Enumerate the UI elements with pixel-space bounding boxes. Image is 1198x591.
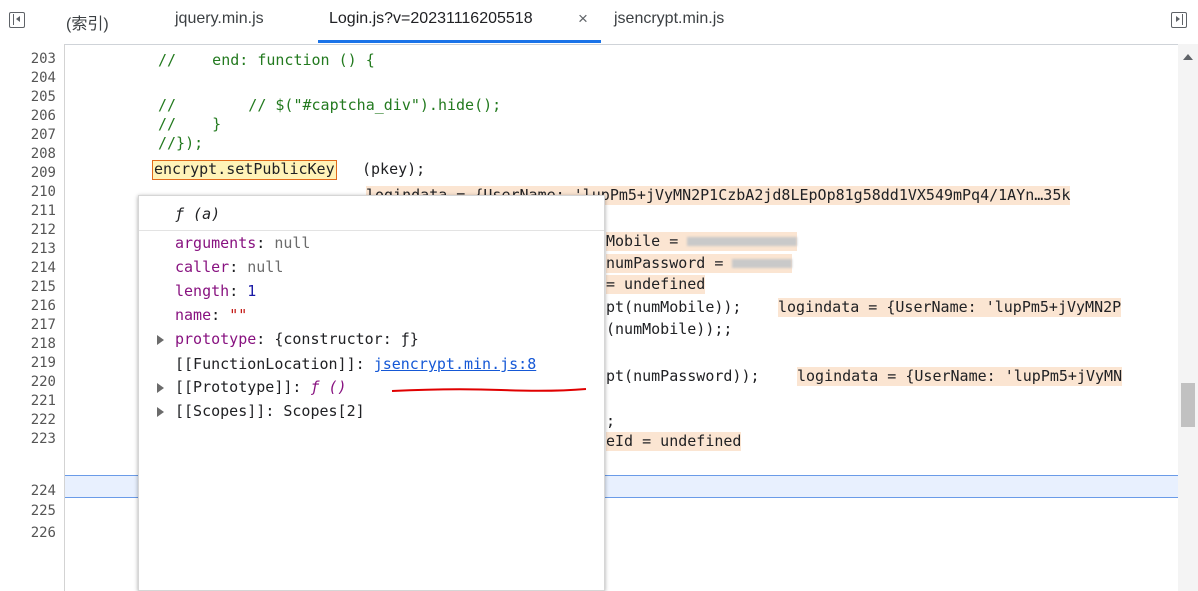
line-number[interactable]: 221 <box>0 392 56 411</box>
property-value: null <box>247 258 284 276</box>
red-annotation-underline <box>391 388 587 392</box>
function-signature: ƒ (a) <box>175 205 221 223</box>
property-name: name: "" <box>175 306 248 324</box>
expand-arrow-icon[interactable] <box>157 383 164 393</box>
inline-value-hint: numPassword = <box>606 254 793 273</box>
line-number[interactable]: 218 <box>0 335 56 354</box>
property-key: name <box>175 306 212 324</box>
line-number-gutter: 203 204 205 206 207 208 209 210 211 212 … <box>0 44 65 591</box>
line-number[interactable]: 203 <box>0 50 56 69</box>
scroll-thumb[interactable] <box>1181 383 1195 427</box>
code-fragment: Mobile = <box>606 232 688 250</box>
line-number[interactable]: 213 <box>0 240 56 259</box>
inline-value-hint: eId = undefined <box>606 432 742 451</box>
line-number[interactable]: 222 <box>0 411 56 430</box>
code-line: // } <box>158 115 222 133</box>
line-number[interactable]: 223 <box>0 430 56 449</box>
inline-value-hint: logindata = {UserName: 'lupPm5+jVyMN2P <box>778 298 1122 317</box>
object-preview-popover: ƒ (a) arguments: null caller: null lengt… <box>138 195 605 591</box>
toggle-debugger-icon[interactable] <box>1171 12 1187 28</box>
expand-arrow-icon[interactable] <box>157 335 164 345</box>
line-number[interactable]: 214 <box>0 259 56 278</box>
property-value: Scopes[2] <box>283 402 365 420</box>
property-scopes[interactable]: [[Scopes]]: Scopes[2] <box>157 400 365 422</box>
property-key: prototype <box>175 330 257 348</box>
tab-jsencrypt[interactable]: jsencrypt.min.js <box>614 10 724 28</box>
line-number[interactable]: 211 <box>0 202 56 221</box>
tab-login-js[interactable]: Login.js?v=20231116205518 <box>329 10 533 28</box>
property-value: null <box>274 234 311 252</box>
property-key: [[Prototype]] <box>175 378 293 396</box>
tab-index[interactable]: (索引) <box>66 10 109 34</box>
tab-jquery[interactable]: jquery.min.js <box>175 10 264 28</box>
hovered-token[interactable]: encrypt.setPublicKey <box>152 160 337 180</box>
property-value: 1 <box>247 282 257 300</box>
line-number[interactable]: 208 <box>0 145 56 164</box>
expand-arrow-icon[interactable] <box>157 407 164 417</box>
code-line: // end: function () { <box>158 51 375 69</box>
line-number[interactable]: 210 <box>0 183 56 202</box>
property-value: "" <box>229 306 248 324</box>
line-number[interactable]: 224 <box>0 482 56 501</box>
toggle-navigator-icon[interactable] <box>9 12 25 28</box>
function-location-link[interactable]: jsencrypt.min.js:8 <box>374 355 537 373</box>
line-number[interactable]: 215 <box>0 278 56 297</box>
code-line: (pkey); <box>362 160 426 178</box>
line-number[interactable]: 204 <box>0 69 56 88</box>
code-line: // // $("#captcha_div").hide(); <box>158 96 502 114</box>
redacted-value <box>687 237 798 246</box>
inline-value-hint: logindata = {UserName: 'lupPm5+jVyMN <box>797 367 1123 386</box>
property-arguments: arguments: null <box>175 234 311 252</box>
line-number[interactable]: 207 <box>0 126 56 145</box>
vertical-scrollbar[interactable] <box>1178 44 1198 591</box>
line-number[interactable]: 212 <box>0 221 56 240</box>
property-key: [[Scopes]] <box>175 402 266 420</box>
property-internal-prototype[interactable]: [[Prototype]]: ƒ () <box>157 376 347 398</box>
line-number[interactable]: 220 <box>0 373 56 392</box>
line-number[interactable]: 217 <box>0 316 56 335</box>
line-number[interactable]: 226 <box>0 524 56 543</box>
redacted-value <box>732 259 793 268</box>
property-length: length: 1 <box>175 282 257 300</box>
scroll-up-arrow-icon[interactable] <box>1183 54 1193 60</box>
code-line: //}); <box>158 134 204 152</box>
popover-divider <box>139 230 604 231</box>
property-prototype[interactable]: prototype: {constructor: ƒ} <box>157 328 419 350</box>
property-value: ƒ () <box>310 378 347 396</box>
line-number[interactable]: 205 <box>0 88 56 107</box>
code-line: (numMobile));; <box>606 320 733 338</box>
inline-value-hint: = undefined <box>606 275 706 294</box>
code-fragment: numPassword = <box>606 254 733 272</box>
line-number[interactable]: 206 <box>0 107 56 126</box>
property-function-location: [[FunctionLocation]]: jsencrypt.min.js:8 <box>175 355 537 373</box>
property-key: caller <box>175 258 230 276</box>
close-tab-icon[interactable]: × <box>578 9 588 29</box>
line-number[interactable]: 219 <box>0 354 56 373</box>
property-key: arguments <box>175 234 257 252</box>
property-caller: caller: null <box>175 258 284 276</box>
inline-value-hint: Mobile = <box>606 232 798 251</box>
property-value: {constructor: ƒ} <box>274 330 419 348</box>
code-line: ; <box>606 412 616 430</box>
line-number[interactable]: 209 <box>0 164 56 183</box>
active-tab-indicator <box>318 40 601 43</box>
code-line: pt(numPassword)); <box>606 367 760 385</box>
source-tab-bar: (索引) jquery.min.js Login.js?v=2023111620… <box>0 0 1198 45</box>
property-key: length <box>175 282 230 300</box>
property-key: [[FunctionLocation]] <box>175 355 356 373</box>
code-line: pt(numMobile)); <box>606 298 742 316</box>
line-number[interactable]: 225 <box>0 502 56 521</box>
line-number[interactable]: 216 <box>0 297 56 316</box>
